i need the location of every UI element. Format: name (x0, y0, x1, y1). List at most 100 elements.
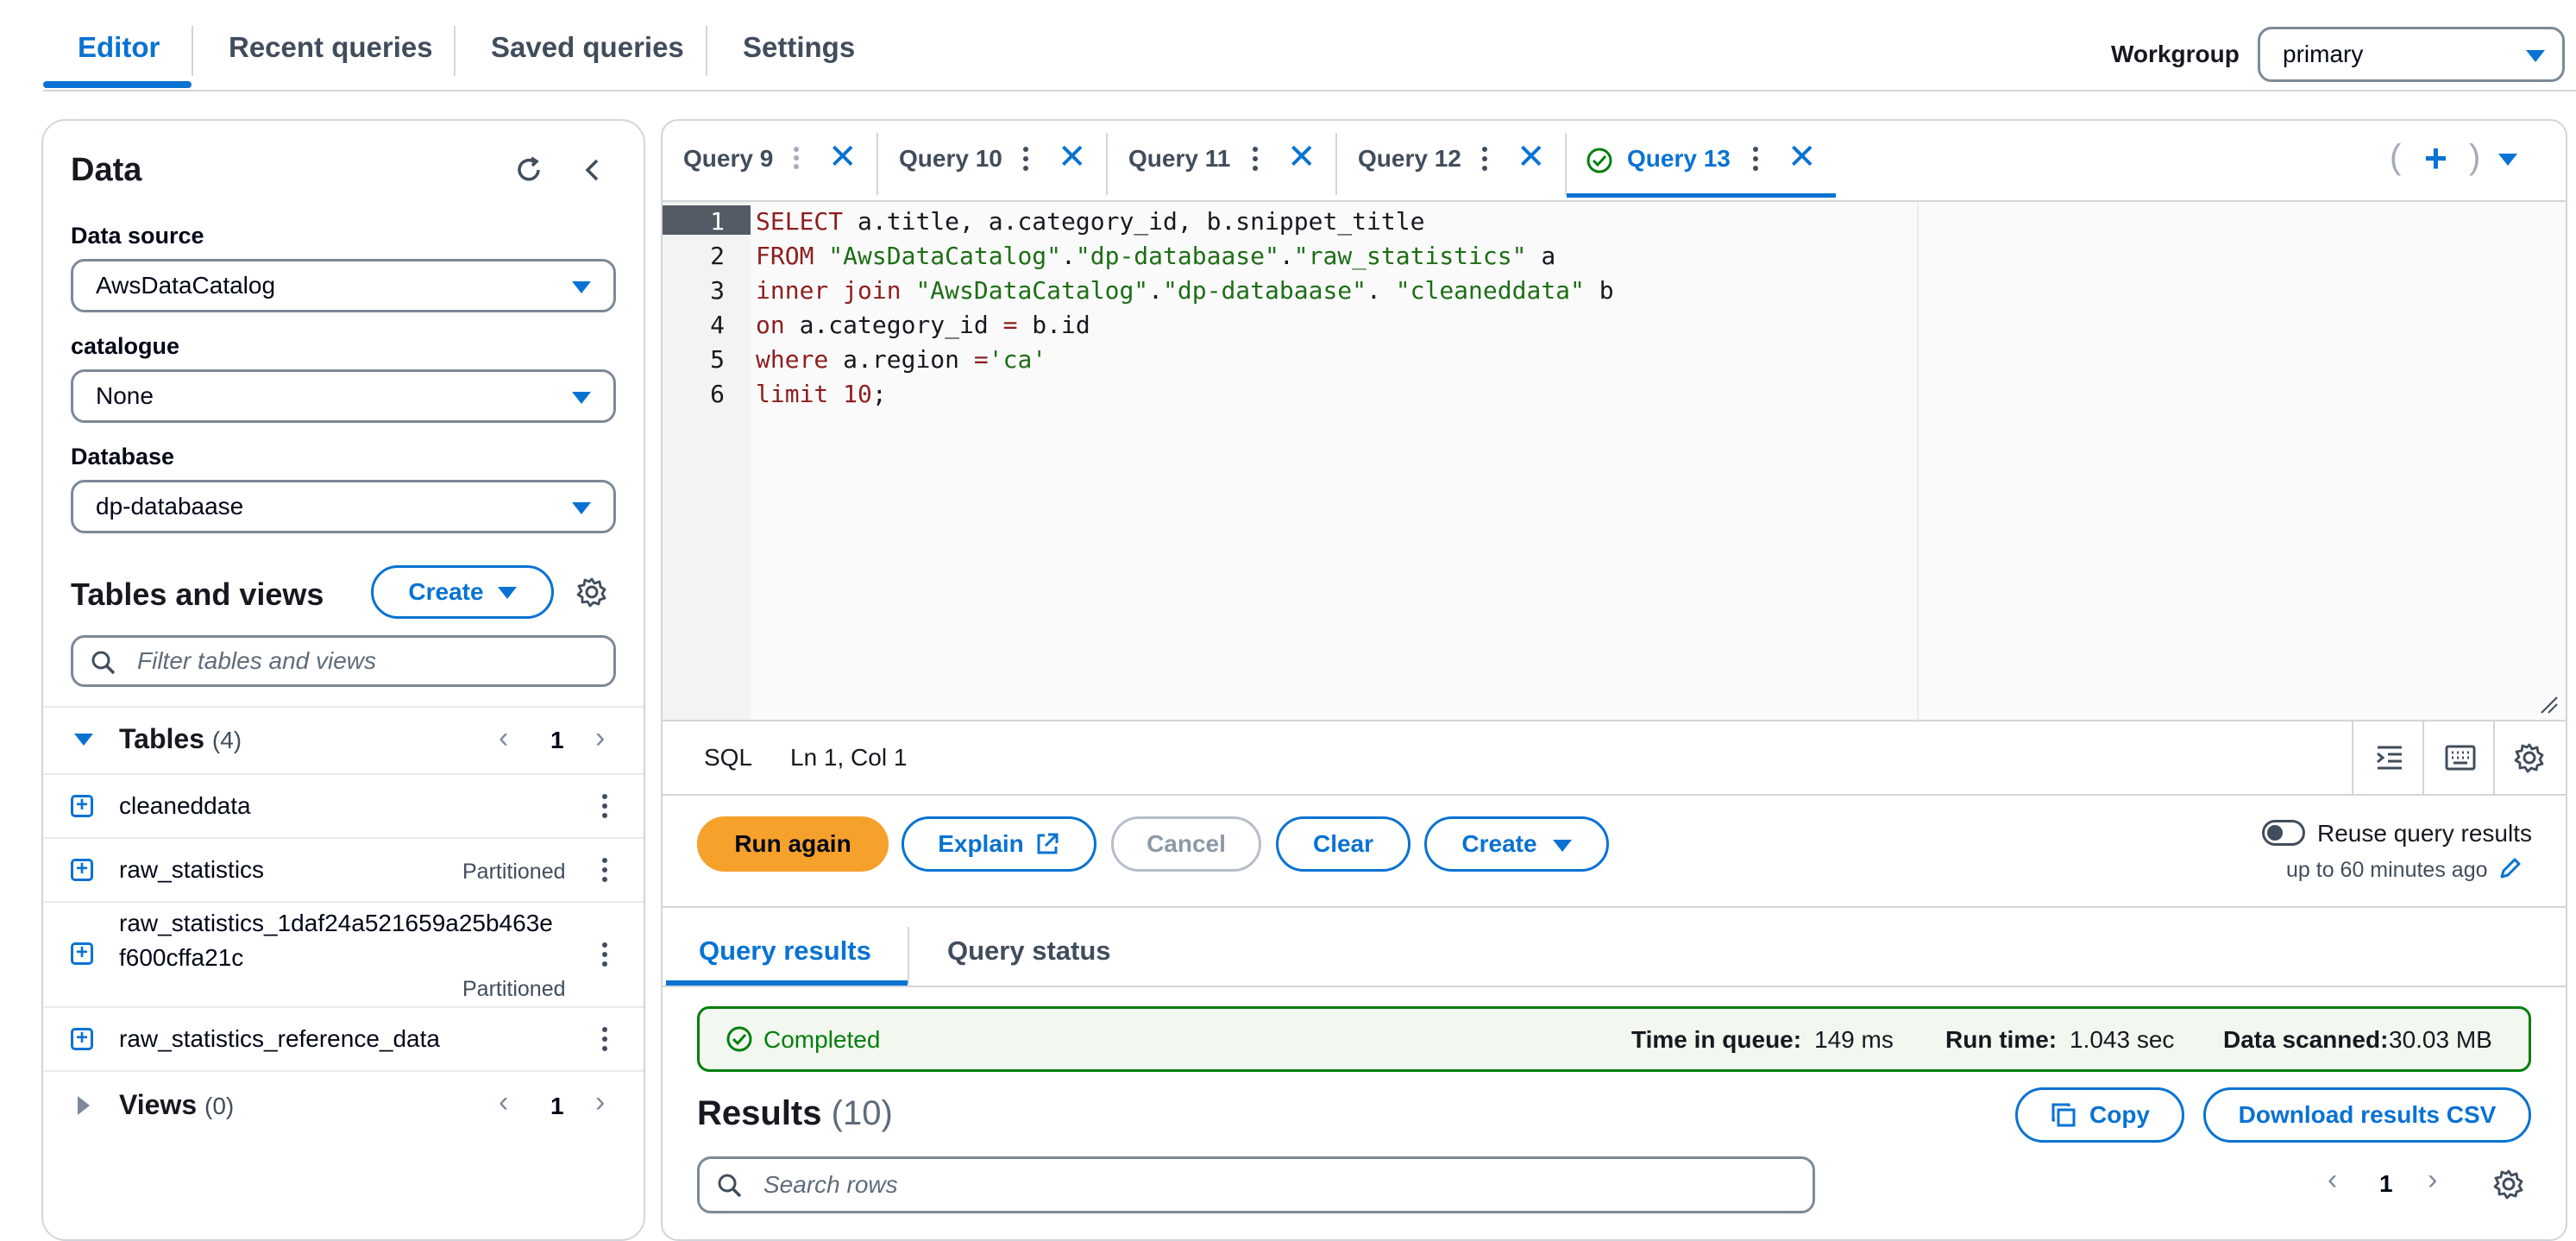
expand-table-icon[interactable]: + (71, 1028, 93, 1050)
table-row[interactable]: raw_statistics_reference_data (119, 1025, 440, 1053)
clear-button[interactable]: Clear (1276, 816, 1411, 872)
language-indicator: SQL (704, 744, 753, 771)
tab-editor[interactable]: Editor (78, 31, 160, 64)
code-line: FROM "AwsDataCatalog"."dp-databaase"."ra… (756, 242, 1556, 270)
results-title: Results (10) (697, 1094, 893, 1133)
tab-menu-icon[interactable] (794, 147, 799, 169)
table-row[interactable]: raw_statistics (119, 856, 264, 884)
tab-scroll-left-icon[interactable]: ( (2390, 138, 2401, 177)
filter-tables-input[interactable]: Filter tables and views (71, 635, 616, 687)
explain-label: Explain (938, 830, 1024, 857)
tab-query-results[interactable]: Query results (699, 935, 871, 967)
query-tab-13[interactable]: Query 13 (1627, 145, 1731, 173)
tab-menu-icon[interactable] (1753, 147, 1758, 175)
tab-recent-queries[interactable]: Recent queries (229, 31, 433, 64)
cursor-position: Ln 1, Col 1 (790, 744, 908, 771)
tab-menu-icon[interactable] (1253, 147, 1258, 175)
catalogue-label: catalogue (71, 333, 180, 359)
tables-page-number: 1 (550, 727, 564, 753)
query-tab-12[interactable]: Query 12 (1358, 145, 1461, 173)
close-tab-icon[interactable]: ✕ (1287, 140, 1316, 174)
tables-header[interactable]: Tables (4) (119, 723, 242, 755)
table-row[interactable]: raw_statistics_1daf24a521659a25b463e (119, 910, 553, 937)
query-status-banner: Completed Time in queue: 149 ms Run time… (697, 1006, 2531, 1072)
results-count: (10) (831, 1094, 893, 1132)
create-button[interactable]: Create (1424, 816, 1609, 872)
active-tab-indicator (43, 81, 192, 88)
database-select[interactable]: dp-databaase (71, 480, 616, 533)
partitioned-badge: Partitioned (462, 977, 566, 1001)
tab-list-dropdown-icon[interactable] (2498, 154, 2517, 166)
close-tab-icon[interactable]: ✕ (828, 140, 858, 174)
catalogue-select[interactable]: None (71, 369, 616, 423)
add-tab-icon[interactable]: + (2424, 135, 2447, 181)
expand-table-icon[interactable]: + (71, 859, 93, 881)
queue-label: Time in queue: (1631, 1026, 1802, 1053)
query-tab-9[interactable]: Query 9 (683, 145, 773, 173)
collapse-panel-icon[interactable] (580, 155, 606, 185)
tab-saved-queries[interactable]: Saved queries (491, 31, 684, 64)
expand-table-icon[interactable]: + (71, 795, 93, 817)
data-source-select[interactable]: AwsDataCatalog (71, 259, 616, 312)
table-actions-icon[interactable] (602, 858, 607, 886)
tab-scroll-right-icon[interactable]: ) (2469, 138, 2480, 177)
external-link-icon (1037, 833, 1059, 854)
close-tab-icon[interactable]: ✕ (1787, 140, 1817, 174)
create-label: Create (1461, 830, 1537, 857)
query-tab-11[interactable]: Query 11 (1128, 145, 1230, 173)
tab-menu-icon[interactable] (1482, 147, 1487, 175)
next-page-icon[interactable]: › (595, 721, 605, 755)
editor-settings-gear-icon[interactable] (2514, 742, 2545, 773)
copy-label: Copy (2089, 1101, 2150, 1128)
tab-settings[interactable]: Settings (743, 31, 855, 64)
expand-table-icon[interactable]: + (71, 942, 93, 965)
expand-tables-icon[interactable] (74, 734, 93, 746)
chevron-down-icon (497, 587, 517, 599)
next-page-icon[interactable]: › (595, 1086, 605, 1119)
code-line: where a.region ='ca' (756, 345, 1047, 374)
resize-handle-icon[interactable] (2540, 696, 2559, 715)
reuse-results-toggle[interactable] (2262, 820, 2305, 846)
refresh-icon[interactable] (512, 154, 545, 186)
gear-icon[interactable] (576, 576, 607, 608)
tables-label: Tables (119, 723, 204, 754)
close-tab-icon[interactable]: ✕ (1517, 140, 1546, 174)
tab-menu-icon[interactable] (1023, 147, 1028, 175)
line-number: 6 (710, 380, 725, 408)
table-actions-icon[interactable] (602, 1027, 607, 1055)
workgroup-value: primary (2283, 41, 2364, 67)
copy-button[interactable]: Copy (2015, 1087, 2184, 1143)
code-line: on a.category_id = b.id (756, 311, 1090, 339)
close-tab-icon[interactable]: ✕ (1058, 140, 1087, 174)
workgroup-select[interactable]: primary (2258, 27, 2565, 82)
tab-query-status[interactable]: Query status (947, 935, 1111, 967)
tables-count: (4) (211, 727, 242, 753)
prev-page-icon[interactable]: ‹ (499, 721, 508, 755)
search-icon (718, 1174, 742, 1198)
views-header[interactable]: Views (0) (119, 1089, 234, 1121)
explain-button[interactable]: Explain (902, 816, 1096, 872)
download-csv-button[interactable]: Download results CSV (2203, 1087, 2531, 1143)
cancel-button[interactable]: Cancel (1111, 816, 1261, 872)
create-label: Create (408, 578, 484, 605)
expand-views-icon[interactable] (78, 1096, 90, 1115)
edit-pencil-icon[interactable] (2498, 856, 2523, 880)
chevron-down-icon (572, 281, 591, 293)
code-line: inner join "AwsDataCatalog"."dp-databaas… (756, 276, 1614, 305)
run-again-button[interactable]: Run again (697, 816, 889, 872)
results-settings-gear-icon[interactable] (2493, 1169, 2524, 1200)
keyboard-icon[interactable] (2445, 744, 2476, 772)
query-tab-10[interactable]: Query 10 (899, 145, 1002, 173)
format-query-icon[interactable] (2374, 742, 2405, 773)
table-row[interactable]: cleaneddata (119, 792, 251, 820)
table-actions-icon[interactable] (602, 942, 607, 971)
catalogue-value: None (96, 382, 154, 409)
table-row-continuation: f600cffa21c (119, 944, 244, 971)
prev-page-icon[interactable]: ‹ (499, 1086, 508, 1119)
search-rows-input[interactable]: Search rows (697, 1156, 1815, 1213)
next-page-icon[interactable]: › (2428, 1163, 2437, 1197)
data-scanned-value: 30.03 MB (2389, 1026, 2492, 1053)
create-table-button[interactable]: Create (371, 565, 554, 619)
table-actions-icon[interactable] (602, 794, 607, 822)
prev-page-icon[interactable]: ‹ (2328, 1163, 2337, 1197)
